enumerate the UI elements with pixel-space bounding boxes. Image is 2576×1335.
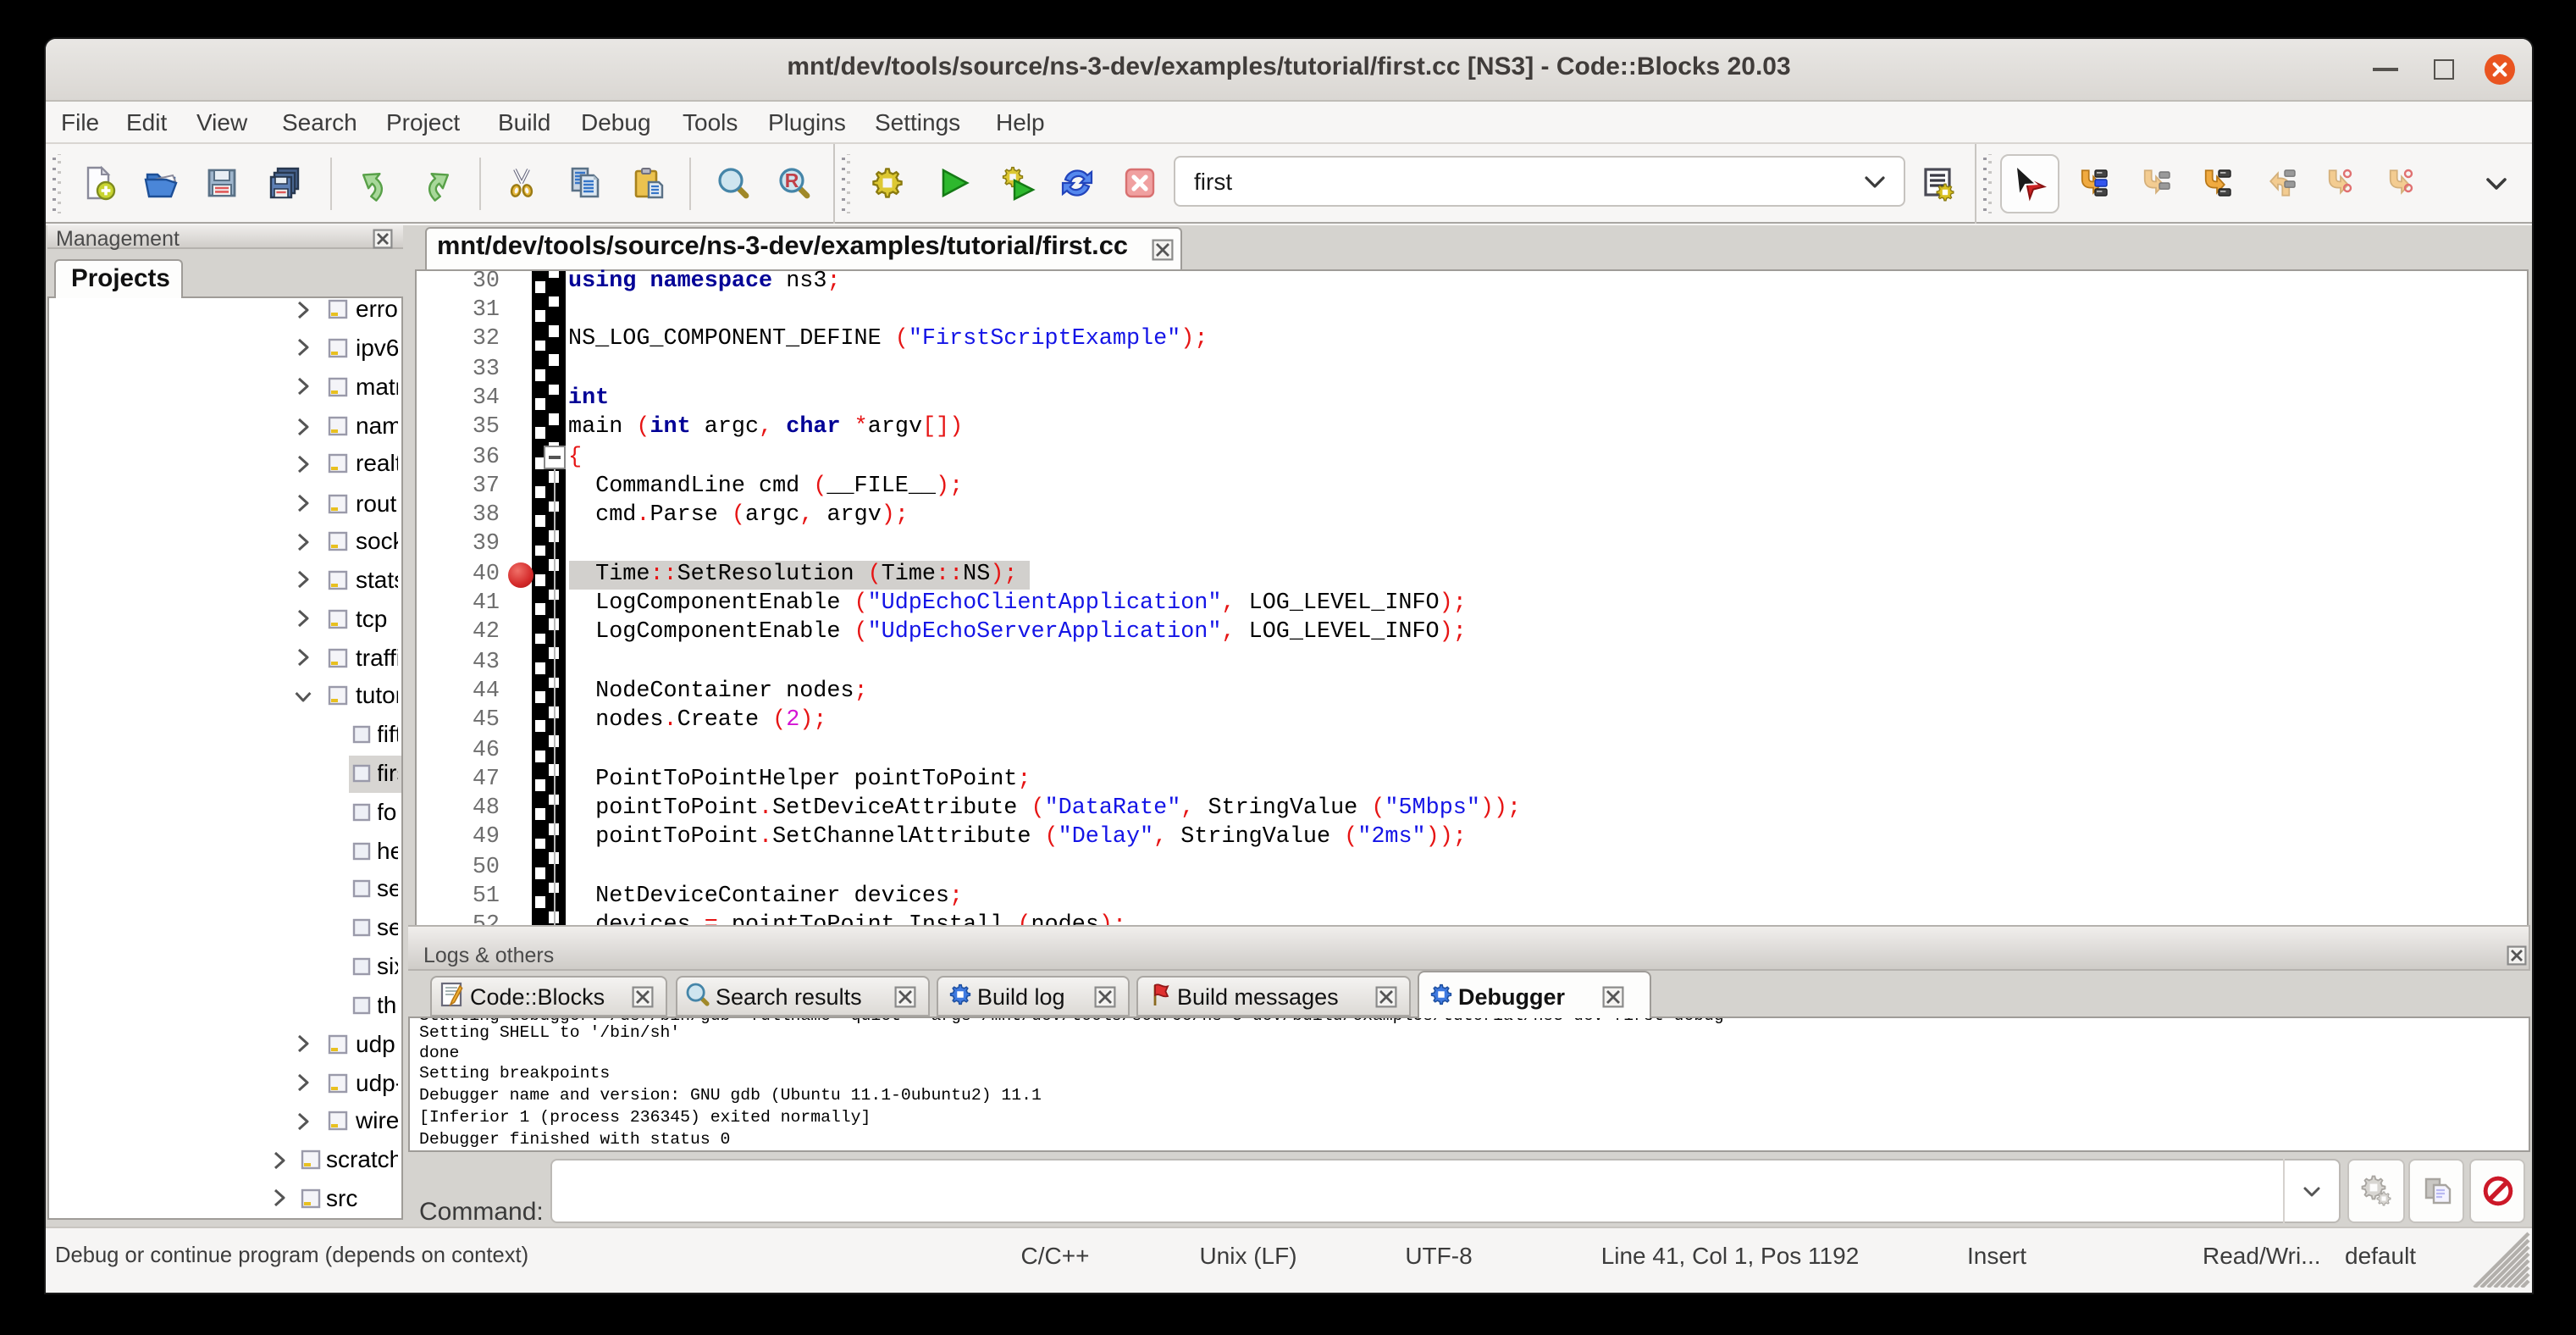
svg-text:R: R (785, 169, 799, 191)
